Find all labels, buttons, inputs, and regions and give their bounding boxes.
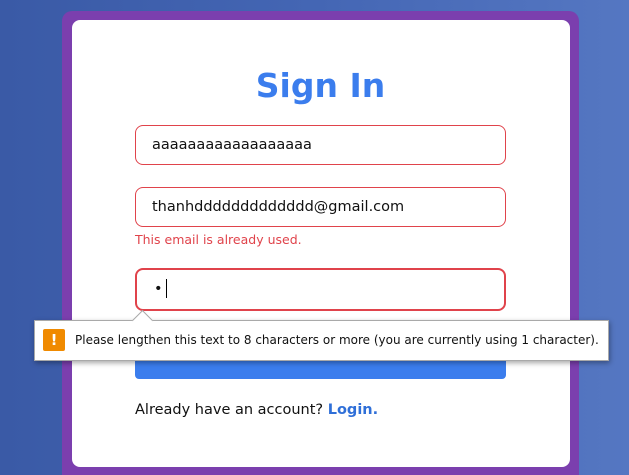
login-link[interactable]: Login.: [328, 402, 378, 418]
name-input[interactable]: aaaaaaaaaaaaaaaaaa: [135, 125, 506, 165]
page-title: Sign In: [255, 66, 386, 105]
warning-icon: !: [43, 329, 65, 351]
email-error-message: This email is already used.: [135, 232, 302, 247]
login-prompt: Already have an account? Login.: [135, 402, 378, 418]
email-input-value: thanhddddddddddddd@gmail.com: [152, 199, 405, 215]
validation-tooltip: ! Please lengthen this text to 8 charact…: [34, 309, 609, 361]
validation-message: Please lengthen this text to 8 character…: [75, 333, 599, 347]
email-input[interactable]: thanhddddddddddddd@gmail.com: [135, 187, 506, 227]
password-input-value: •: [154, 281, 163, 297]
login-prompt-text: Already have an account?: [135, 402, 324, 418]
name-input-value: aaaaaaaaaaaaaaaaaa: [152, 137, 312, 153]
text-caret: [165, 278, 167, 298]
password-input[interactable]: •: [135, 268, 506, 311]
